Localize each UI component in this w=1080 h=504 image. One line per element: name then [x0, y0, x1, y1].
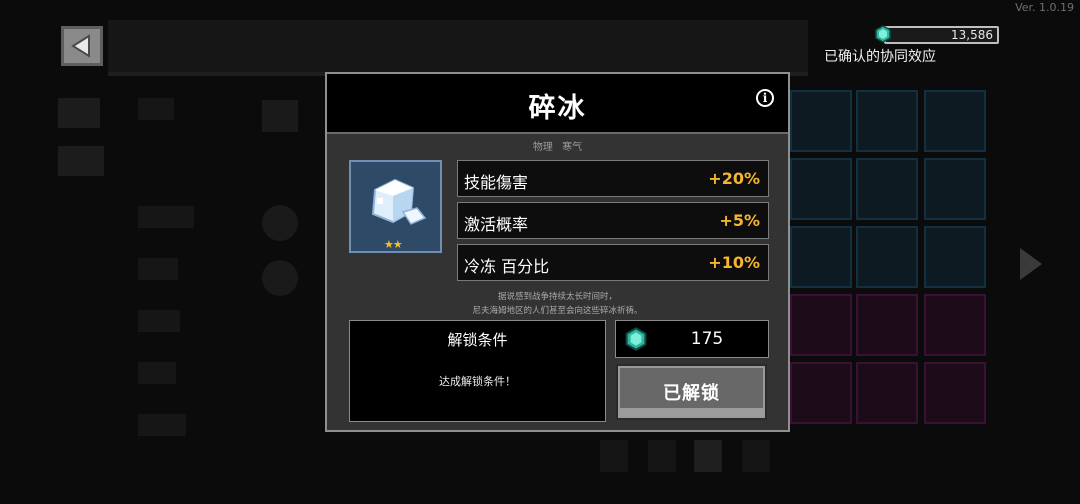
background-grid-cell — [924, 362, 986, 424]
unlock-title: 解锁条件 — [447, 331, 508, 349]
stat-value: +10% — [708, 253, 760, 272]
skill-detail-modal: 碎冰 i 物理 寒气 ★★ 技能傷害 +20% 激活概率 +5% 冷冻 百分比 … — [325, 72, 790, 432]
background-list-item — [138, 258, 178, 280]
background-grid-cell — [856, 226, 918, 288]
background-grid-cell — [856, 362, 918, 424]
synergy-label[interactable]: 已确认的协同效应 — [824, 46, 936, 66]
background-page-number — [742, 440, 770, 472]
background-grid-cell — [856, 90, 918, 152]
background-page-number — [648, 440, 676, 472]
unlocked-button-label: 已解锁 — [663, 383, 720, 404]
unlock-condition-text: 达成解锁条件！ — [439, 375, 516, 388]
ice-shard-icon — [371, 178, 427, 225]
background-list-item — [138, 98, 174, 120]
background-sidebar-item — [58, 98, 100, 128]
background-page-number — [600, 440, 628, 472]
rarity-stars: ★★ — [384, 238, 403, 251]
background-grid-cell — [924, 294, 986, 356]
background-grid-cell — [790, 362, 852, 424]
unlocked-button[interactable]: 已解锁 — [616, 364, 767, 420]
stat-row: 技能傷害 +20% — [457, 160, 769, 197]
stat-name: 冷冻 百分比 — [464, 257, 550, 276]
tag-frost: 寒气 — [562, 142, 583, 153]
background-list-item — [138, 362, 176, 384]
background-tab-bar — [108, 20, 808, 76]
background-grid-cell — [856, 294, 918, 356]
back-button[interactable] — [61, 26, 103, 66]
background-list-item — [138, 414, 186, 436]
background-grid-cell — [790, 158, 852, 220]
description-line: 据说感到战争持续太长时间时， — [497, 292, 617, 302]
background-grid-cell — [924, 158, 986, 220]
background-grid-cell — [790, 90, 852, 152]
background-grid-cell — [924, 226, 986, 288]
background-icon — [262, 205, 298, 241]
background-icon — [262, 260, 298, 296]
item-slot: ★★ — [349, 160, 442, 253]
back-arrow-icon — [71, 34, 90, 58]
background-icon — [262, 100, 298, 132]
unlock-condition-panel: 解锁条件 达成解锁条件！ — [349, 320, 606, 422]
tag-list: 物理 寒气 — [327, 138, 788, 153]
stat-name: 激活概率 — [464, 215, 529, 234]
description-line: 尼夫海姆地区的人们甚至会向这些碎冰祈祷。 — [472, 306, 643, 316]
price-value: 175 — [690, 329, 724, 349]
background-grid-cell — [924, 90, 986, 152]
info-icon[interactable]: i — [756, 89, 774, 107]
item-description: 据说感到战争持续太长时间时， 尼夫海姆地区的人们甚至会向这些碎冰祈祷。 — [327, 290, 788, 318]
stat-row: 冷冻 百分比 +10% — [457, 244, 769, 281]
background-list-item — [138, 206, 194, 228]
background-list-item — [138, 310, 180, 332]
background-page-number — [694, 440, 722, 472]
background-sidebar-item — [58, 146, 104, 176]
background-next-arrow-icon — [1020, 248, 1042, 280]
gem-icon — [875, 25, 891, 43]
version-label: Ver. 1.0.19 — [1015, 1, 1074, 14]
stat-name: 技能傷害 — [464, 173, 529, 192]
currency-value: 13,586 — [951, 28, 993, 42]
background-grid-cell — [856, 158, 918, 220]
currency-counter: 13,586 — [884, 26, 999, 44]
price-panel: 175 — [615, 320, 769, 358]
tag-physical: 物理 — [532, 142, 553, 153]
stat-value: +5% — [719, 211, 760, 230]
stat-row: 激活概率 +5% — [457, 202, 769, 239]
background-grid-cell — [790, 294, 852, 356]
stat-value: +20% — [708, 169, 760, 188]
background-grid-cell — [790, 226, 852, 288]
modal-header: 碎冰 i — [327, 74, 788, 134]
modal-title: 碎冰 — [528, 93, 587, 124]
